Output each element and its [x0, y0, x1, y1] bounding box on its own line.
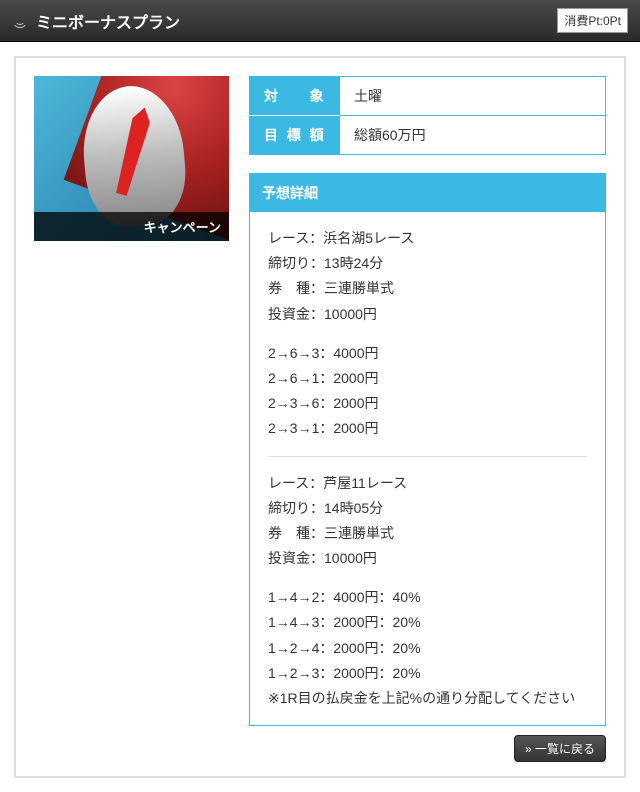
info-table: 対 象 土曜 目標額 総額60万円 [249, 76, 606, 155]
bet-line: 1→4→2：4000円：40% [268, 585, 587, 610]
race2-info: レース：芦屋11レース 締切り：14時05分 券 種：三連勝単式 投資金：100… [268, 471, 587, 572]
info-row-goal: 目標額 総額60万円 [250, 116, 606, 155]
bet-line: 1→2→4：2000円：20% [268, 636, 587, 661]
race2-line: 投資金：10000円 [268, 546, 587, 571]
bet-line: 2→6→3：4000円 [268, 341, 587, 366]
detail-box: 予想詳細 レース：浜名湖5レース 締切り：13時24分 券 種：三連勝単式 投資… [249, 173, 606, 726]
race2-line: 券 種：三連勝単式 [268, 521, 587, 546]
info-value-target: 土曜 [340, 77, 606, 116]
bet-note: ※1R目の払戻金を上記%の通り分配してください [268, 686, 587, 711]
content-panel: キャンペーン 対 象 土曜 目標額 総額60万円 予想詳細 レース：浜名湖5レー… [14, 56, 626, 778]
info-label-target: 対 象 [250, 77, 340, 116]
broadcast-icon [12, 13, 28, 29]
bet-line: 1→2→3：2000円：20% [268, 661, 587, 686]
race2-line: 締切り：14時05分 [268, 496, 587, 521]
page-title: ミニボーナスプラン [36, 9, 180, 33]
header-left: ミニボーナスプラン [12, 9, 180, 33]
race2-line: レース：芦屋11レース [268, 471, 587, 496]
info-row-target: 対 象 土曜 [250, 77, 606, 116]
back-button[interactable]: » 一覧に戻る [514, 735, 606, 762]
race2-bets: 1→4→2：4000円：40% 1→4→3：2000円：20% 1→2→4：20… [268, 585, 587, 711]
points-badge: 消費Pt:0Pt [557, 8, 628, 33]
race1-line: 券 種：三連勝単式 [268, 276, 587, 301]
right-column: 対 象 土曜 目標額 総額60万円 予想詳細 レース：浜名湖5レース 締切り：1… [249, 76, 606, 726]
bet-line: 1→4→3：2000円：20% [268, 610, 587, 635]
page-header: ミニボーナスプラン 消費Pt:0Pt [0, 0, 640, 42]
bet-line: 2→3→1：2000円 [268, 416, 587, 441]
info-value-goal: 総額60万円 [340, 116, 606, 155]
race1-info: レース：浜名湖5レース 締切り：13時24分 券 種：三連勝単式 投資金：100… [268, 226, 587, 327]
divider [268, 456, 587, 457]
campaign-badge: キャンペーン [34, 212, 229, 241]
detail-body: レース：浜名湖5レース 締切り：13時24分 券 種：三連勝単式 投資金：100… [250, 212, 605, 725]
race1-line: 投資金：10000円 [268, 302, 587, 327]
bet-line: 2→3→6：2000円 [268, 391, 587, 416]
left-column: キャンペーン [34, 76, 229, 241]
race1-line: 締切り：13時24分 [268, 251, 587, 276]
info-label-goal: 目標額 [250, 116, 340, 155]
race1-line: レース：浜名湖5レース [268, 226, 587, 251]
bet-line: 2→6→1：2000円 [268, 366, 587, 391]
race1-bets: 2→6→3：4000円 2→6→1：2000円 2→3→6：2000円 2→3→… [268, 341, 587, 442]
detail-heading: 予想詳細 [250, 174, 605, 212]
content-wrap: キャンペーン 対 象 土曜 目標額 総額60万円 予想詳細 レース：浜名湖5レー… [0, 42, 640, 792]
plan-thumbnail[interactable]: キャンペーン [34, 76, 229, 241]
